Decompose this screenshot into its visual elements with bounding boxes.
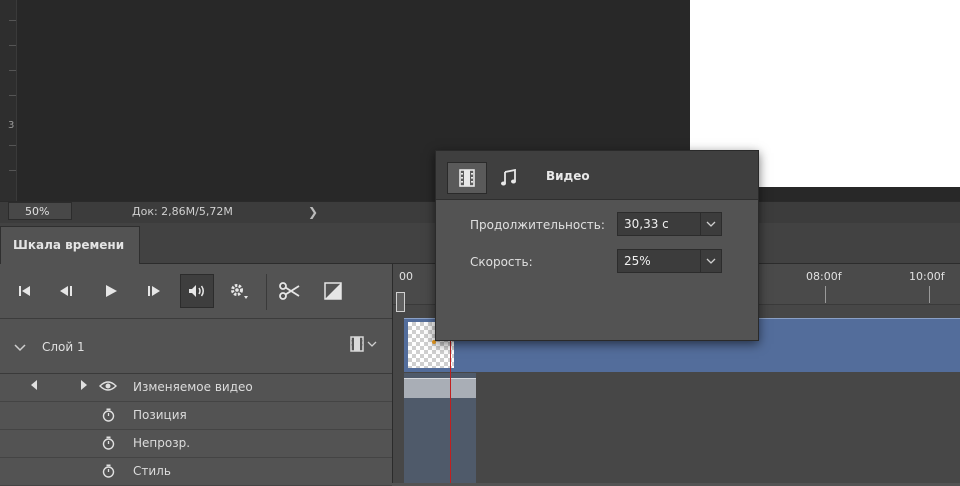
video-tab-button[interactable] xyxy=(447,162,487,194)
popup-title: Видео xyxy=(546,169,590,183)
layer-expand-chevron-icon[interactable] xyxy=(14,338,26,357)
previous-frame-icon[interactable] xyxy=(52,276,82,306)
music-note-icon xyxy=(501,169,516,186)
eye-icon[interactable] xyxy=(99,380,117,395)
play-icon[interactable] xyxy=(96,276,126,306)
playhead-handle[interactable] xyxy=(396,292,405,312)
property-row-style: Стиль xyxy=(0,458,392,486)
duration-dropdown-icon[interactable] xyxy=(700,212,722,236)
time-tick xyxy=(825,286,826,303)
audio-toggle-button[interactable] xyxy=(180,274,214,308)
transition-icon xyxy=(324,282,342,300)
document-size-info: Док: 2,86M/5,72M xyxy=(132,205,233,218)
speed-label: Скорость: xyxy=(470,255,533,269)
time-start-label: 00 xyxy=(399,270,413,283)
tab-timeline[interactable]: Шкала времени xyxy=(0,226,140,264)
time-mark-label: 10:00f xyxy=(909,270,945,283)
stopwatch-icon[interactable] xyxy=(102,436,115,450)
previous-keyframe-icon[interactable] xyxy=(30,379,38,394)
layer-name: Слой 1 xyxy=(42,340,85,354)
go-to-first-frame-icon[interactable] xyxy=(10,276,40,306)
vertical-ruler: 3 xyxy=(0,0,17,201)
popup-header: Видео xyxy=(436,151,758,200)
time-mark-label: 08:00f xyxy=(806,270,842,283)
speaker-icon xyxy=(189,285,204,297)
next-keyframe-icon[interactable] xyxy=(80,379,88,394)
settings-menu-button[interactable] xyxy=(224,276,254,306)
speed-field[interactable]: 25% xyxy=(617,249,701,273)
film-icon xyxy=(350,336,364,352)
chevron-down-icon xyxy=(367,341,377,347)
stopwatch-icon[interactable] xyxy=(102,464,115,478)
video-sub-clip[interactable] xyxy=(404,378,476,398)
next-frame-icon[interactable] xyxy=(138,276,168,306)
property-label: Непрозр. xyxy=(133,436,191,450)
video-properties-popup: Видео Продолжительность: 30,33 с Скорост… xyxy=(435,150,759,341)
transition-button[interactable] xyxy=(318,276,348,306)
speed-dropdown-icon[interactable] xyxy=(700,249,722,273)
status-menu-arrow-icon[interactable]: ❯ xyxy=(308,203,318,221)
layer-film-menu[interactable] xyxy=(350,336,377,352)
audio-tab-button[interactable] xyxy=(489,162,529,194)
film-icon xyxy=(459,169,475,187)
scissors-icon xyxy=(279,282,300,300)
property-label: Позиция xyxy=(133,408,187,422)
time-tick xyxy=(929,286,930,303)
property-label: Изменяемое видео xyxy=(133,380,253,394)
duration-label: Продолжительность: xyxy=(470,218,605,232)
property-row-video: Изменяемое видео xyxy=(0,374,392,402)
property-row-position: Позиция xyxy=(0,402,392,430)
property-row-opacity: Непрозр. xyxy=(0,430,392,458)
zoom-level-field[interactable]: 50% xyxy=(8,202,72,220)
ruler-number: 3 xyxy=(8,120,15,131)
duration-field[interactable]: 30,33 с xyxy=(617,212,701,236)
stopwatch-icon[interactable] xyxy=(102,408,115,422)
property-label: Стиль xyxy=(133,464,171,478)
gear-icon xyxy=(231,284,248,299)
split-at-playhead-button[interactable] xyxy=(274,276,304,306)
controls-divider xyxy=(266,274,267,310)
